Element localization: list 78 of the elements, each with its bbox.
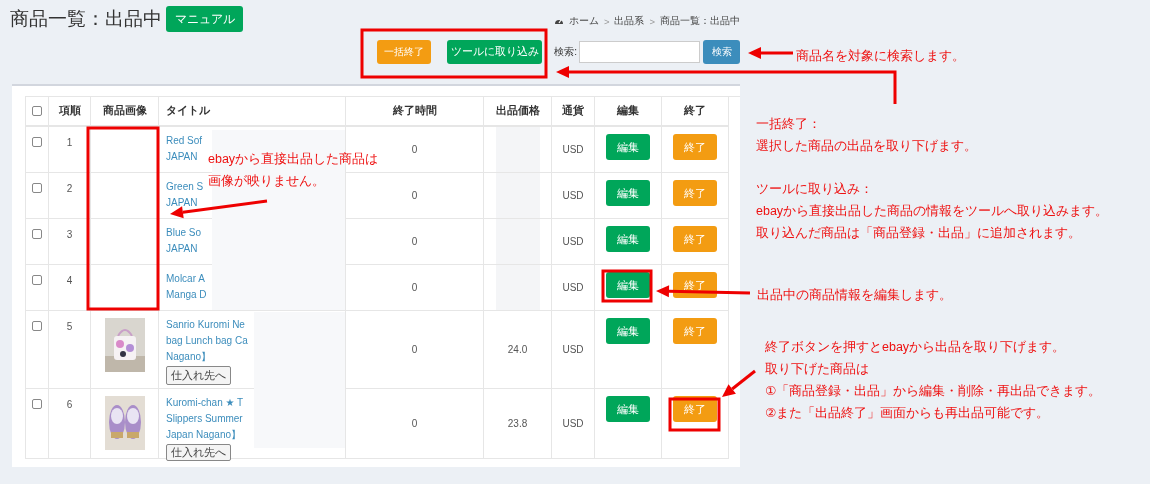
search-field[interactable] — [579, 41, 700, 63]
annotation-note: 終了ボタンを押すとebayから出品を取り下げます。 取り下げた商品は ①「商品登録・出品」から編集・削除・再出品できます。 ②また「出品終了」画面からも再出品可能です。 — [765, 339, 1102, 422]
annotation-note: 商品名を対象に検索します。 — [796, 48, 965, 65]
currency: USD — [562, 344, 584, 355]
checkbox[interactable] — [32, 321, 42, 331]
checkbox[interactable] — [32, 229, 42, 239]
edit-button[interactable]: 編集 — [606, 396, 650, 422]
breadcrumb-link[interactable]: ホーム — [568, 14, 599, 28]
end-button[interactable]: 終了 — [673, 318, 717, 344]
end-time: 0 — [411, 418, 418, 429]
column-header: タイトル — [166, 104, 210, 118]
currency: USD — [562, 282, 584, 293]
checkbox[interactable] — [32, 275, 42, 285]
highlight-frame — [601, 269, 653, 303]
currency: USD — [562, 190, 584, 201]
edit-button[interactable]: 編集 — [606, 180, 650, 206]
product-title-link[interactable]: Molcar A Manga D — [166, 271, 207, 303]
blur-patch — [495, 265, 540, 310]
product-title-link[interactable]: Green S JAPAN — [166, 179, 204, 211]
product-title-link[interactable]: Blue So JAPAN — [166, 225, 202, 257]
edit-button[interactable]: 編集 — [606, 134, 650, 160]
column-header: 出品価格 — [495, 104, 540, 118]
row-number: 5 — [66, 321, 73, 332]
currency: USD — [562, 418, 584, 429]
blur-patch — [495, 173, 540, 218]
end-time: 0 — [411, 190, 418, 201]
row-number: 4 — [66, 275, 73, 286]
checkbox[interactable] — [32, 106, 42, 116]
edit-button[interactable]: 編集 — [606, 226, 650, 252]
end-button[interactable]: 終了 — [673, 180, 717, 206]
currency: USD — [562, 236, 584, 247]
annotation-arrow — [722, 369, 756, 397]
checkbox[interactable] — [32, 399, 42, 409]
column-header: 編集 — [617, 104, 639, 118]
end-time: 0 — [411, 344, 418, 355]
row-number: 3 — [66, 229, 73, 240]
search-button[interactable]: 検索 — [703, 40, 740, 64]
bulk-end-button[interactable]: 一括終了 — [377, 40, 432, 64]
column-header: 商品画像 — [102, 104, 147, 118]
column-header: 終了時間 — [392, 104, 437, 118]
edit-button[interactable]: 編集 — [606, 318, 650, 344]
annotation-note: 一括終了： 選択した商品の出品を取り下げます。 — [756, 116, 977, 155]
blur-patch — [495, 127, 540, 172]
column-header: 終了 — [684, 104, 706, 118]
edit-button[interactable]: 編集 — [606, 272, 650, 298]
import-button[interactable]: ツールに取り込み — [447, 40, 543, 64]
checkbox[interactable] — [32, 137, 42, 147]
row-number: 2 — [66, 183, 73, 194]
product-title-link[interactable]: Kuromi-chan ★ T Slippers Summer Japan Nagano】 — [166, 395, 244, 443]
annotation-note: 出品中の商品情報を編集します。 — [757, 287, 952, 304]
checkbox[interactable] — [32, 183, 42, 193]
annotation-note: ebayから直接出品した商品は 画像が映りません。 — [208, 151, 379, 190]
price: 24.0 — [507, 344, 528, 355]
supplier-button[interactable]: 仕入れ先へ — [166, 444, 231, 461]
supplier-button[interactable]: 仕入れ先へ — [166, 366, 231, 385]
highlight-frame — [668, 397, 721, 432]
annotation-note: ツールに取り込み： ebayから直接出品した商品の情報をツールへ取り込みます。 取り込んだ商品は「商品登録・出品」に追加されます。 — [756, 181, 1109, 242]
product-title-link[interactable]: Red Sof JAPAN — [166, 133, 203, 165]
row-number: 6 — [66, 399, 73, 410]
page-title: 商品一覧：出品中 — [10, 7, 162, 31]
end-button[interactable]: 終了 — [673, 226, 717, 252]
row-number: 1 — [66, 137, 73, 148]
breadcrumb-separator: > — [649, 15, 655, 27]
column-header: 項順 — [58, 104, 81, 118]
breadcrumb-link[interactable]: 出品系 — [614, 14, 645, 28]
end-time: 0 — [411, 282, 418, 293]
end-button[interactable]: 終了 — [673, 134, 717, 160]
search-label: 検索: — [554, 45, 577, 59]
currency: USD — [562, 144, 584, 155]
price: 23.8 — [507, 418, 528, 429]
manual-button[interactable]: マニュアル — [166, 6, 243, 32]
product-title-link[interactable]: Sanrio Kuromi Ne bag Lunch bag Ca Nagano】 — [166, 317, 248, 365]
end-time: 0 — [411, 144, 418, 155]
column-header: 通貨 — [562, 104, 584, 118]
blur-patch — [495, 219, 540, 264]
end-time: 0 — [411, 236, 418, 247]
annotation-arrow — [748, 47, 793, 59]
breadcrumb-separator: > — [603, 15, 610, 27]
